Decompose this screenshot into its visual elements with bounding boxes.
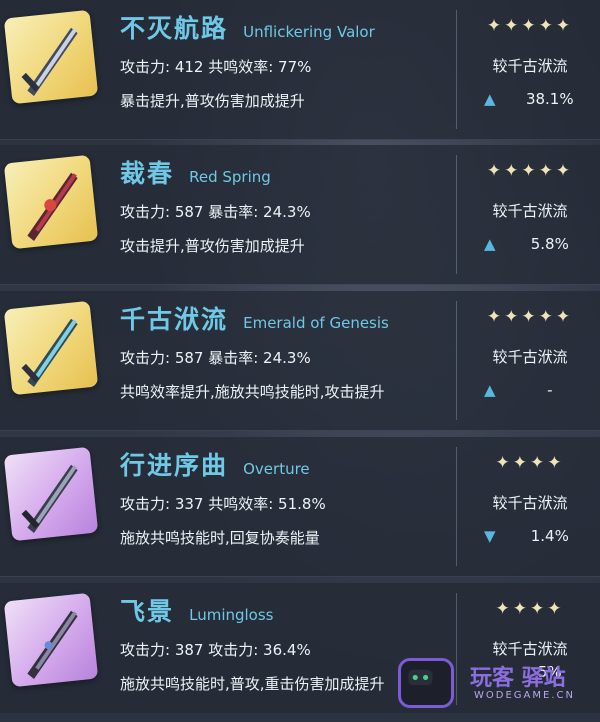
weapon-effect: 攻击提升,普攻伤害加成提升 [120,237,305,255]
weapon-thumbnail [3,446,99,542]
compare-panel: ✦✦✦✦✦ 较千古洑流 ▲ 38.1% [460,0,600,139]
weapon-card[interactable]: 行进序曲 Overture 攻击力: 337 共鸣效率: 51.8% 施放共鸣技… [0,437,600,577]
weapon-title: 千古洑流 Emerald of Genesis [120,303,389,337]
divider [456,10,457,129]
weapon-stats: 攻击力: 587 暴击率: 24.3% [120,203,311,221]
weapon-name-cn: 不灭航路 [120,14,229,43]
rarity-stars: ✦✦✦✦✦ [486,307,574,327]
weapon-effect: 施放共鸣技能时,普攻,重击伤害加成提升 [120,675,385,693]
weapon-name-en: Overture [243,460,310,478]
watermark: 玩客 驿站 WODEGAME.CN [392,652,600,713]
compare-label: 较千古洑流 [492,348,568,366]
rarity-stars: ✦✦✦✦✦ [486,161,574,181]
sword-icon [21,464,78,533]
arrow-up-icon: ▲ [484,90,496,108]
weapon-card[interactable]: 不灭航路 Unflickering Valor 攻击力: 412 共鸣效率: 7… [0,0,600,140]
robot-logo-icon [398,658,454,708]
diff-value: 5.8% [530,235,569,253]
weapon-thumbnail [3,9,99,105]
compare-diff: ▲ - [484,381,594,399]
weapon-name-cn: 千古洑流 [120,305,229,334]
weapon-name-en: Red Spring [189,168,271,186]
diff-value: - [547,381,553,399]
weapon-thumbnail [3,592,99,688]
compare-diff: ▲ 5.8% [484,235,594,253]
sword-icon [27,610,78,679]
sword-icon [27,172,78,241]
weapon-card[interactable]: 千古洑流 Emerald of Genesis 攻击力: 587 暴击率: 24… [0,291,600,431]
weapon-name-en: Unflickering Valor [243,23,375,41]
sword-icon [21,27,78,96]
weapon-name-cn: 裁春 [120,159,175,188]
divider [456,301,457,420]
compare-label: 较千古洑流 [492,57,568,75]
compare-diff: ▼ 1.4% [484,527,594,545]
compare-panel: ✦✦✦✦ 较千古洑流 ▼ 1.4% [460,437,600,576]
weapon-effect: 暴击提升,普攻伤害加成提升 [120,92,305,110]
weapon-card[interactable]: 裁春 Red Spring 攻击力: 587 暴击率: 24.3% 攻击提升,普… [0,145,600,285]
watermark-text: 玩客 驿站 [470,666,566,691]
weapon-stats: 攻击力: 412 共鸣效率: 77% [120,58,312,76]
sword-icon [21,318,78,387]
weapon-thumbnail [3,154,99,250]
weapon-name-cn: 飞景 [120,597,175,626]
diff-value: 38.1% [525,90,574,108]
weapon-stats: 攻击力: 337 共鸣效率: 51.8% [120,495,326,513]
divider [456,155,457,274]
weapon-title: 行进序曲 Overture [120,449,310,483]
weapon-title: 飞景 Lumingloss [120,595,274,629]
arrow-down-icon: ▼ [484,527,496,545]
arrow-up-icon: ▲ [484,235,496,253]
weapon-name-cn: 行进序曲 [120,451,229,480]
weapon-name-en: Emerald of Genesis [243,314,389,332]
weapon-title: 裁春 Red Spring [120,157,271,191]
compare-panel: ✦✦✦✦✦ 较千古洑流 ▲ - [460,291,600,430]
divider [456,447,457,566]
compare-diff: ▲ 38.1% [484,90,594,108]
compare-label: 较千古洑流 [492,494,568,512]
weapon-stats: 攻击力: 387 攻击力: 36.4% [120,641,311,659]
rarity-stars: ✦✦✦✦✦ [486,16,574,36]
diff-value: 1.4% [530,527,569,545]
watermark-url: WODEGAME.CN [474,690,575,701]
compare-panel: ✦✦✦✦✦ 较千古洑流 ▲ 5.8% [460,145,600,284]
weapon-effect: 施放共鸣技能时,回复协奏能量 [120,529,320,547]
weapon-thumbnail [3,300,99,396]
weapon-name-en: Lumingloss [189,606,274,624]
arrow-up-icon: ▲ [484,381,496,399]
weapon-title: 不灭航路 Unflickering Valor [120,12,375,46]
weapon-stats: 攻击力: 587 暴击率: 24.3% [120,349,311,367]
weapon-effect: 共鸣效率提升,施放共鸣技能时,攻击提升 [120,383,385,401]
compare-label: 较千古洑流 [492,202,568,220]
rarity-stars: ✦✦✦✦ [495,453,565,473]
rarity-stars: ✦✦✦✦ [495,599,565,619]
